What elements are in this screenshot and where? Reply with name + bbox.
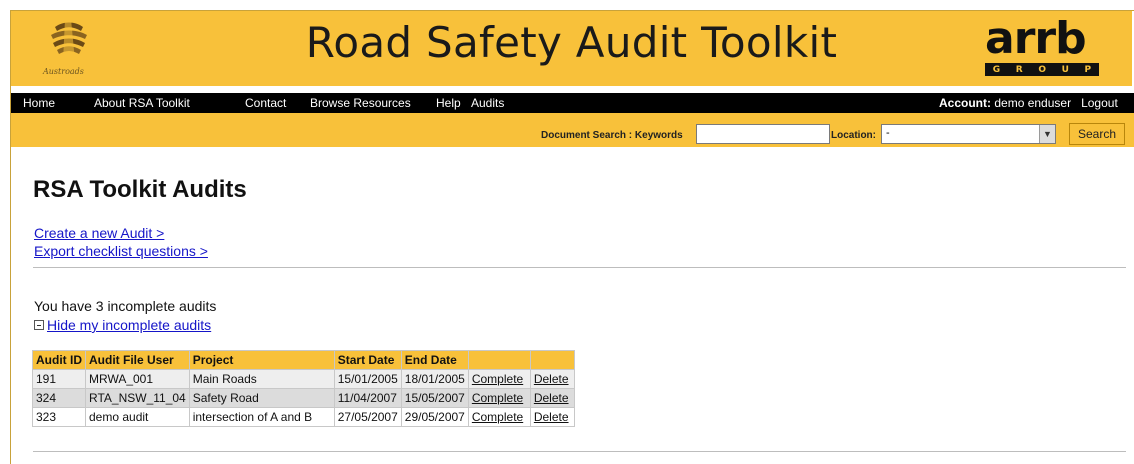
logout-link[interactable]: Logout	[1081, 96, 1118, 110]
cell-project: intersection of A and B	[188, 407, 335, 427]
group-letter: R	[1015, 64, 1023, 75]
table-row: 324 RTA_NSW_11_04 Safety Road 11/04/2007…	[32, 388, 575, 408]
location-value: -	[886, 127, 890, 139]
cell-audit-id: 323	[32, 407, 86, 427]
cell-complete: Complete	[467, 388, 531, 408]
search-bar: Document Search : Keywords Location: - ▼…	[11, 113, 1134, 147]
group-letter: G	[992, 64, 1001, 75]
header-banner: Austroads Road Safety Audit Toolkit arrb…	[11, 11, 1132, 86]
divider	[33, 267, 1126, 268]
cell-delete: Delete	[529, 369, 575, 389]
cell-end-date: 15/05/2007	[400, 388, 469, 408]
nav-help[interactable]: Help	[436, 96, 461, 110]
complete-link[interactable]: Complete	[472, 391, 523, 405]
austroads-wordmark: Austroads	[43, 67, 84, 76]
complete-link[interactable]: Complete	[472, 410, 523, 424]
main-nav: Home About RSA Toolkit Contact Browse Re…	[11, 93, 1134, 113]
cell-start-date: 15/01/2005	[333, 369, 402, 389]
minus-box-icon[interactable]	[34, 320, 44, 330]
cell-start-date: 27/05/2007	[333, 407, 402, 427]
cell-audit-id: 191	[32, 369, 86, 389]
nav-contact[interactable]: Contact	[245, 96, 286, 110]
group-letter: U	[1061, 64, 1069, 75]
nav-audits[interactable]: Audits	[471, 96, 504, 110]
nav-home[interactable]: Home	[23, 96, 55, 110]
keywords-label: Document Search : Keywords	[541, 130, 683, 141]
col-end-date: End Date	[400, 350, 469, 370]
hide-incomplete-link[interactable]: Hide my incomplete audits	[47, 317, 211, 333]
cell-delete: Delete	[529, 407, 575, 427]
cell-audit-id: 324	[32, 388, 86, 408]
cell-project: Safety Road	[188, 388, 335, 408]
search-button[interactable]: Search	[1069, 123, 1125, 145]
incomplete-audits-status: You have 3 incomplete audits	[34, 298, 217, 314]
complete-link[interactable]: Complete	[472, 372, 523, 386]
cell-user: MRWA_001	[85, 369, 190, 389]
cell-end-date: 29/05/2007	[400, 407, 469, 427]
account-user: demo enduser	[994, 96, 1072, 110]
nav-about[interactable]: About RSA Toolkit	[94, 96, 190, 110]
chevron-down-icon[interactable]: ▼	[1039, 125, 1055, 143]
col-audit-file-user: Audit File User	[85, 350, 190, 370]
cell-start-date: 11/04/2007	[333, 388, 402, 408]
page-title: RSA Toolkit Audits	[33, 176, 247, 203]
export-checklist-link[interactable]: Export checklist questions >	[34, 243, 208, 259]
table-header-row: Audit ID Audit File User Project Start D…	[32, 350, 575, 370]
cell-complete: Complete	[467, 369, 531, 389]
table-row: 323 demo audit intersection of A and B 2…	[32, 407, 575, 427]
audits-table: Audit ID Audit File User Project Start D…	[32, 350, 575, 427]
nav-browse-resources[interactable]: Browse Resources	[310, 96, 411, 110]
site-title: Road Safety Audit Toolkit	[305, 18, 838, 67]
cell-end-date: 18/01/2005	[400, 369, 469, 389]
divider	[33, 451, 1126, 452]
account-label: Account:	[939, 96, 991, 110]
col-start-date: Start Date	[333, 350, 402, 370]
table-row: 191 MRWA_001 Main Roads 15/01/2005 18/01…	[32, 369, 575, 389]
cell-delete: Delete	[529, 388, 575, 408]
col-complete-action	[467, 350, 531, 370]
keywords-input[interactable]	[696, 124, 830, 144]
delete-link[interactable]: Delete	[534, 391, 569, 405]
arrb-group-logo[interactable]: arrb G R O U P	[977, 13, 1107, 77]
group-letter: P	[1084, 64, 1092, 75]
arrb-wordmark: arrb	[985, 13, 1087, 64]
cell-user: RTA_NSW_11_04	[85, 388, 190, 408]
col-project: Project	[188, 350, 335, 370]
group-letter: O	[1038, 64, 1046, 75]
cell-complete: Complete	[467, 407, 531, 427]
location-select[interactable]: - ▼	[881, 124, 1056, 144]
col-audit-id: Audit ID	[32, 350, 86, 370]
delete-link[interactable]: Delete	[534, 410, 569, 424]
cell-project: Main Roads	[188, 369, 335, 389]
col-delete-action	[529, 350, 575, 370]
group-strip: G R O U P	[985, 63, 1099, 76]
cell-user: demo audit	[85, 407, 190, 427]
account-info: Account: demo enduser Logout	[939, 96, 1118, 110]
create-audit-link[interactable]: Create a new Audit >	[34, 225, 164, 241]
delete-link[interactable]: Delete	[534, 372, 569, 386]
location-label: Location:	[831, 130, 876, 141]
hide-incomplete-toggle[interactable]: Hide my incomplete audits	[34, 317, 211, 333]
